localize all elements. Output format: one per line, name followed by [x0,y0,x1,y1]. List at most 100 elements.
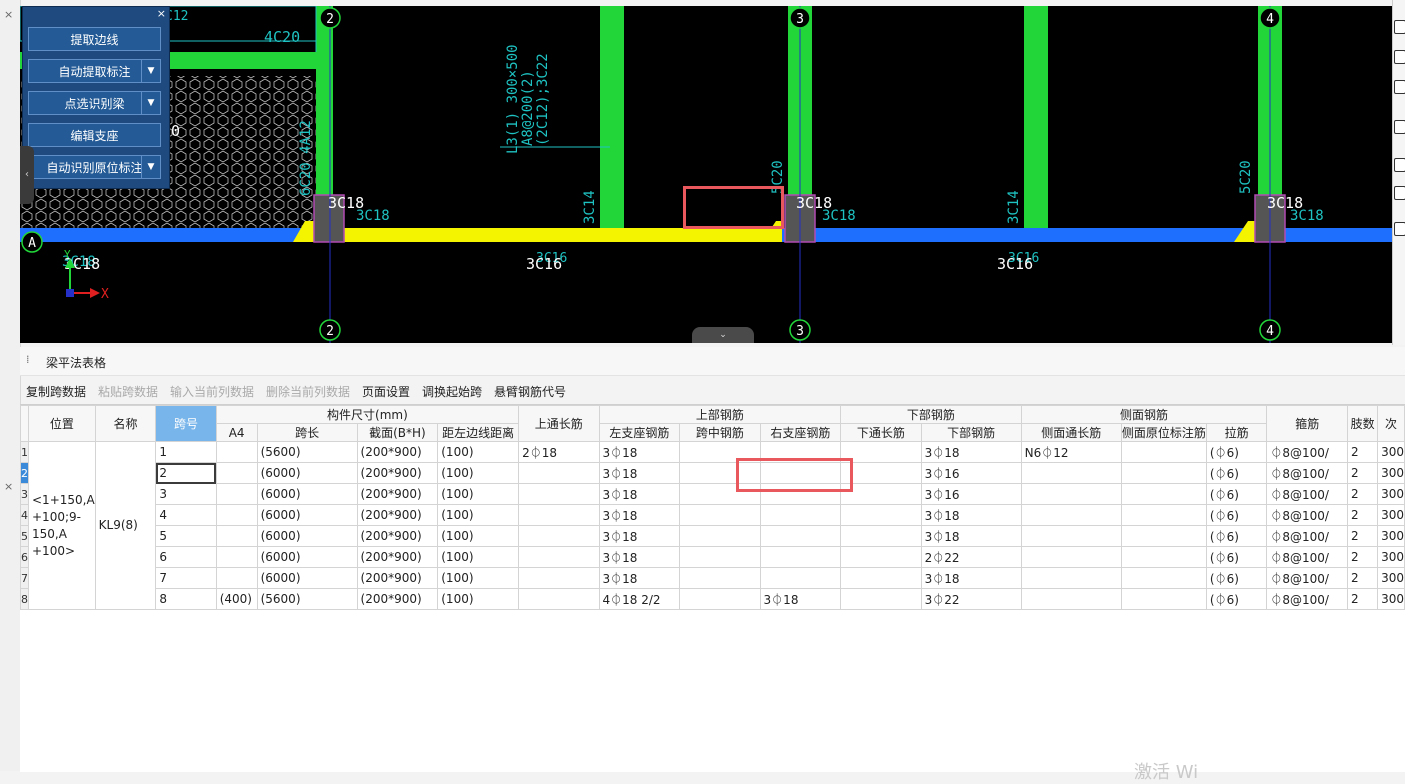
table-row[interactable]: 5 5 (6000) (200*900) (100) 3⏀18 3⏀18 (⏀6) ⏀8@100… [20,525,1405,547]
cell-bot[interactable]: 3⏀16 [920,483,1022,505]
cell-span[interactable]: 5 [155,525,217,547]
cell-top-through[interactable]: 2⏀18 [518,441,600,463]
legs-header[interactable]: 肢数 [1347,405,1379,442]
left-support-header[interactable]: 左支座钢筋 [598,423,681,442]
cell-len[interactable]: (5600) [256,588,358,610]
cell-next[interactable]: 300 [1377,441,1405,463]
cell-len[interactable]: (6000) [256,567,358,589]
side-rebar-header[interactable]: 侧面钢筋 [1020,405,1268,424]
cell-next[interactable]: 300 [1377,504,1405,526]
cell-side-orig[interactable] [1120,504,1207,526]
cell-left[interactable]: 3⏀18 [598,441,681,463]
cell-bot[interactable]: 3⏀22 [920,588,1022,610]
cell-next[interactable]: 300 [1377,525,1405,547]
tie-header[interactable]: 拉筋 [1205,423,1268,442]
cell-stirrup[interactable]: ⏀8@100/ [1266,462,1349,484]
cad-canvas[interactable]: 2 3 4 2 3 4 A 4C20 C12 00 L3(1) 300×500 … [20,6,1392,343]
cell-left[interactable]: 3⏀18 [598,504,681,526]
position-header[interactable]: 位置 [28,405,96,442]
cell-side-through[interactable] [1020,504,1122,526]
cell-span[interactable]: 3 [155,483,217,505]
cell-dist[interactable]: (100) [437,546,520,568]
auto-extract-annotation-button[interactable]: 自动提取标注 ▼ [28,59,161,83]
cell-sec[interactable]: (200*900) [356,567,439,589]
tool-icon[interactable] [1394,186,1405,200]
cell-tie[interactable]: (⏀6) [1205,441,1268,463]
cell-side-through[interactable] [1020,588,1122,610]
cell-span[interactable]: 7 [155,567,217,589]
bottom-through-header[interactable]: 下通长筋 [840,423,922,442]
cell-stirrup[interactable]: ⏀8@100/ [1266,546,1349,568]
cell-sec[interactable]: (200*900) [356,462,439,484]
cell-bot[interactable]: 2⏀22 [920,546,1022,568]
cell-dist[interactable]: (100) [437,483,520,505]
cell-top-through[interactable] [518,588,600,610]
cell-left[interactable]: 4⏀18 2/2 [598,588,681,610]
cell-span[interactable]: 4 [155,504,217,526]
cell-top-through[interactable] [518,483,600,505]
left-edge-distance-header[interactable]: 距左边线距离 [437,423,520,442]
cell-legs[interactable]: 2 [1347,483,1379,505]
cell-len[interactable]: (5600) [256,441,358,463]
delete-current-column-button[interactable]: 删除当前列数据 [266,383,350,400]
cell-stirrup[interactable]: ⏀8@100/ [1266,588,1349,610]
cell-sec[interactable]: (200*900) [356,588,439,610]
tool-icon[interactable] [1394,80,1405,94]
tool-icon[interactable] [1394,20,1405,34]
cell-len[interactable]: (6000) [256,525,358,547]
close-icon[interactable]: × [4,480,13,493]
cell-bot-through[interactable] [840,504,922,526]
cell-next[interactable]: 300 [1377,588,1405,610]
mid-span-header[interactable]: 跨中钢筋 [679,423,761,442]
table-row[interactable]: 4 4 (6000) (200*900) (100) 3⏀18 3⏀18 (⏀6) ⏀8@100… [20,504,1405,526]
cell-legs[interactable]: 2 [1347,441,1379,463]
section-header[interactable]: 截面(B*H) [356,423,439,442]
cell-span[interactable]: 2 [155,462,217,484]
a4-header[interactable]: A4 [215,423,258,442]
cell-side-orig[interactable] [1120,567,1207,589]
cell-side-through[interactable] [1020,567,1122,589]
edit-support-button[interactable]: 编辑支座 [28,123,161,147]
cell-sec[interactable]: (200*900) [356,504,439,526]
cell-next[interactable]: 300 [1377,567,1405,589]
row-number[interactable]: 2 [20,462,29,484]
cell-top-through[interactable] [518,567,600,589]
cell-legs[interactable]: 2 [1347,504,1379,526]
cell-side-orig[interactable] [1120,546,1207,568]
cell-side-orig[interactable] [1120,462,1207,484]
cell-mid[interactable] [679,525,761,547]
cell-span[interactable]: 1 [155,441,217,463]
cell-mid[interactable] [679,546,761,568]
cell-side-orig[interactable] [1120,441,1207,463]
cell-a4[interactable] [215,525,258,547]
row-number[interactable]: 4 [20,504,29,526]
cell-side-through[interactable] [1020,525,1122,547]
cell-dist[interactable]: (100) [437,441,520,463]
cell-tie[interactable]: (⏀6) [1205,462,1268,484]
cell-stirrup[interactable]: ⏀8@100/ [1266,567,1349,589]
cell-right[interactable] [759,504,842,526]
dropdown-arrow-icon[interactable]: ▼ [141,60,160,82]
cell-span[interactable]: 8 [155,588,217,610]
copy-span-data-button[interactable]: 复制跨数据 [26,383,86,400]
tool-icon[interactable] [1394,120,1405,134]
name-cell[interactable]: KL9(8) [94,441,157,610]
cell-a4[interactable] [215,462,258,484]
pick-identify-beam-button[interactable]: 点选识别梁 ▼ [28,91,161,115]
span-length-header[interactable]: 跨长 [256,423,358,442]
cell-sec[interactable]: (200*900) [356,483,439,505]
cell-left[interactable]: 3⏀18 [598,567,681,589]
cell-dist[interactable]: (100) [437,567,520,589]
bottom-rebar-header[interactable]: 下部钢筋 [840,405,1022,424]
cell-bot[interactable]: 3⏀18 [920,567,1022,589]
paste-span-data-button[interactable]: 粘贴跨数据 [98,383,158,400]
cell-tie[interactable]: (⏀6) [1205,525,1268,547]
cell-bot-through[interactable] [840,525,922,547]
cell-right[interactable] [759,525,842,547]
cell-right[interactable] [759,567,842,589]
cell-stirrup[interactable]: ⏀8@100/ [1266,483,1349,505]
side-original-header[interactable]: 侧面原位标注筋 [1120,423,1207,442]
input-current-column-button[interactable]: 输入当前列数据 [170,383,254,400]
cell-legs[interactable]: 2 [1347,462,1379,484]
tool-icon[interactable] [1394,158,1405,172]
